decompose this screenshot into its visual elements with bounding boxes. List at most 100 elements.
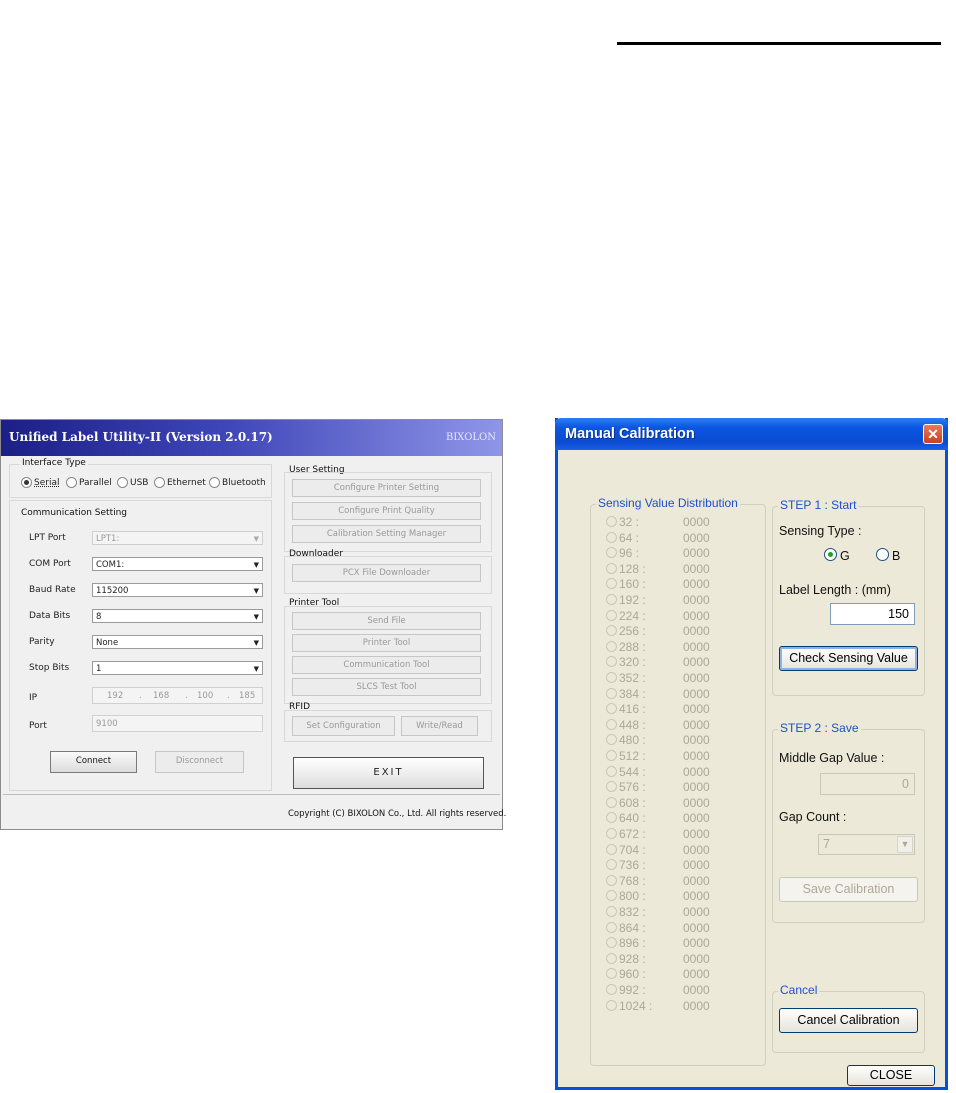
data-bits-select[interactable]: 8 ▼ [92,609,263,623]
radio-ethernet[interactable]: Ethernet [154,477,206,488]
radio-icon [606,516,617,527]
cancel-calibration-button[interactable]: Cancel Calibration [779,1008,918,1033]
middle-gap-input[interactable]: 0 [820,773,915,795]
radio-icon [606,531,617,543]
sensing-key: 544 : [619,764,646,779]
radio-icon [606,828,617,839]
parity-label: Parity [29,637,55,647]
sensing-value: 0000 [683,561,710,576]
sensing-key: 256 : [619,624,646,639]
send-file-button[interactable]: Send File [292,612,481,630]
check-sensing-value-button[interactable]: Check Sensing Value [779,646,918,671]
sensing-value: 0000 [683,998,710,1013]
baud-rate-select[interactable]: 115200 ▼ [92,583,263,597]
sensing-key: 352 : [619,671,646,685]
sensing-value: 0000 [683,702,710,717]
chevron-down-icon: ▼ [253,561,259,569]
step1-label: STEP 1 : Start [778,498,859,512]
sensing-key: 896 : [619,936,646,951]
close-button[interactable]: CLOSE [847,1065,935,1086]
sensing-key: 864 : [619,920,646,935]
sensing-value: 0000 [683,827,710,841]
sensing-key: 960 : [619,967,646,982]
sensing-type-label: Sensing Type : [779,524,862,538]
sensing-value: 0000 [683,936,710,951]
calibration-setting-manager-button[interactable]: Calibration Setting Manager [292,525,481,543]
sensing-value: 0000 [683,530,710,545]
sensing-key: 416 : [619,702,646,717]
chevron-down-icon: ▼ [253,639,259,647]
gap-count-select[interactable]: 7 ▼ [818,834,915,855]
communication-tool-button[interactable]: Communication Tool [292,656,481,674]
title-bar: Manual Calibration ✕ [555,418,948,450]
baud-rate-label: Baud Rate [29,585,76,595]
sensing-type-b-radio[interactable]: B [876,548,900,563]
stop-bits-label: Stop Bits [29,663,70,673]
radio-icon [606,984,617,995]
sensing-value: 0000 [683,811,710,826]
sensing-value: 0000 [683,920,710,935]
com-port-select[interactable]: COM1: ▼ [92,557,263,571]
label-length-label: Label Length : (mm) [779,583,891,597]
header-rule [617,42,941,45]
exit-button[interactable]: EXIT [293,757,484,789]
radio-icon [606,796,617,808]
chevron-down-icon: ▼ [253,613,259,621]
connect-button[interactable]: Connect [50,751,137,773]
port-label: Port [29,721,47,731]
manual-calibration-dialog: Manual Calibration ✕ Sensing Value Distr… [555,418,948,1090]
set-configuration-button[interactable]: Set Configuration [292,716,395,736]
configure-print-quality-button[interactable]: Configure Print Quality [292,502,481,520]
sensing-key: 160 : [619,577,646,592]
configure-printer-setting-button[interactable]: Configure Printer Setting [292,479,481,497]
sensing-value: 0000 [683,639,710,654]
disconnect-button[interactable]: Disconnect [155,751,244,773]
radio-bluetooth[interactable]: Bluetooth [209,477,266,488]
radio-icon [606,687,617,699]
radio-icon [606,640,617,652]
radio-icon [606,594,617,605]
sensing-key: 480 : [619,733,646,748]
sensing-key: 320 : [619,655,646,670]
sensing-type-g-radio[interactable]: G [824,548,850,563]
radio-icon [117,477,128,488]
label-length-input[interactable]: 150 [830,603,915,625]
radio-icon [606,718,617,730]
interface-type-label: Interface Type [20,458,88,468]
ip-address-field[interactable]: 192 . 168 . 100 . 185 [92,687,263,704]
sensing-value: 0000 [683,593,710,607]
radio-usb[interactable]: USB [117,477,148,488]
radio-icon [606,750,617,761]
cancel-label: Cancel [778,983,820,997]
sensing-key: 832 : [619,905,646,919]
sensing-key: 928 : [619,951,646,966]
sensing-value: 0000 [683,655,710,670]
pcx-file-downloader-button[interactable]: PCX File Downloader [292,564,481,582]
write-read-button[interactable]: Write/Read [401,716,478,736]
communication-setting-label: Communication Setting [21,508,128,518]
port-field[interactable]: 9100 [92,715,263,732]
sensing-value: 0000 [683,624,710,639]
stop-bits-select[interactable]: 1 ▼ [92,661,263,675]
sensing-value: 0000 [683,749,710,763]
sensing-value: 0000 [683,717,710,732]
chevron-down-icon: ▼ [253,587,259,595]
sensing-value: 0000 [683,983,710,997]
sensing-value: 0000 [683,577,710,592]
radio-icon [606,562,617,574]
parity-select[interactable]: None ▼ [92,635,263,649]
sensing-key: 992 : [619,983,646,997]
slcs-test-tool-button[interactable]: SLCS Test Tool [292,678,481,696]
radio-serial[interactable]: Serial [21,477,59,488]
close-icon[interactable]: ✕ [923,424,943,444]
sensing-key: 1024 : [619,998,653,1013]
radio-icon [606,921,617,933]
sensing-key: 800 : [619,889,646,904]
radio-parallel[interactable]: Parallel [66,477,112,488]
sensing-key: 288 : [619,639,646,654]
lpt-port-select[interactable]: LPT1: ▼ [92,531,263,545]
chevron-down-icon: ▼ [897,836,913,853]
sensing-key: 512 : [619,749,646,763]
printer-tool-button[interactable]: Printer Tool [292,634,481,652]
save-calibration-button[interactable]: Save Calibration [779,877,918,902]
